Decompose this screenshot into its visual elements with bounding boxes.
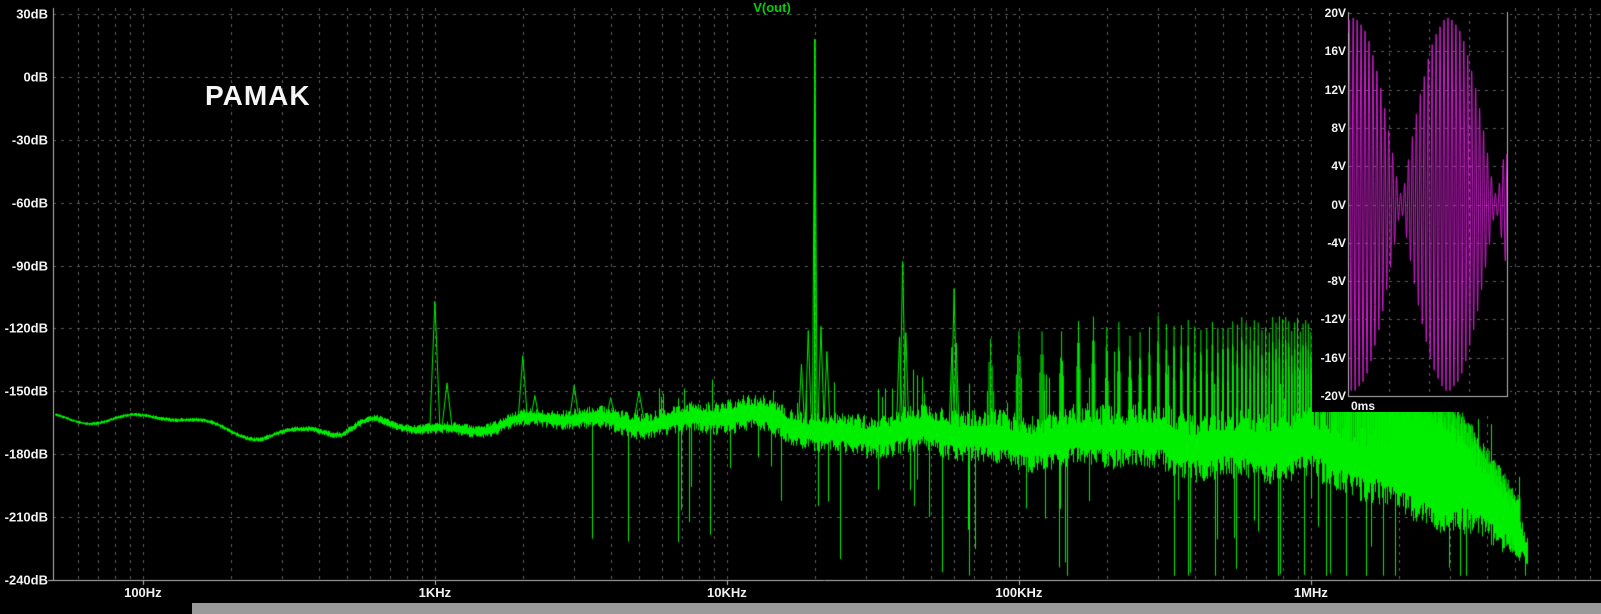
inset-x-axis-label: 0ms [1351, 399, 1376, 413]
fft-y-tick-label: -210dB [4, 509, 48, 525]
fft-y-tick-label: -150dB [4, 383, 48, 399]
fft-x-tick-label: 1MHz [1293, 585, 1328, 600]
trace-label-vout[interactable]: V(out) [753, 0, 791, 15]
inset-y-tick-label: -20V [1320, 389, 1346, 403]
inset-y-tick-label: 4V [1331, 159, 1346, 174]
fft-y-tick-label: -240dB [4, 572, 48, 588]
fft-x-tick-label: 100KHz [995, 585, 1043, 600]
waveform-viewer-window: V(out) PAMAK 0ms 30dB 0dB -30dB -60dB -90dB -… [0, 0, 1601, 614]
inset-y-tick-label: 20V [1324, 6, 1346, 20]
inset-y-tick-label: -4V [1327, 235, 1346, 250]
fft-x-tick-label: 10KHz [707, 585, 747, 600]
fft-y-tick-label: -30dB [11, 132, 48, 148]
inset-y-tick-label: -16V [1320, 350, 1346, 365]
watermark-text: PAMAK [205, 80, 311, 111]
inset-y-tick-label: -12V [1320, 312, 1346, 327]
fft-y-tick-label: -120dB [4, 320, 48, 336]
bottom-gray-bar [192, 603, 1601, 614]
fft-y-tick-label: 0dB [23, 69, 48, 85]
inset-y-tick-label: 12V [1324, 82, 1346, 97]
fft-y-tick-label: -180dB [4, 446, 48, 462]
fft-y-tick-label: 30dB [16, 6, 48, 22]
inset-y-tick-label: 0V [1331, 197, 1346, 212]
fft-x-tick-label: 1KHz [418, 585, 452, 600]
inset-y-tick-label: -8V [1327, 274, 1346, 289]
fft-y-tick-label: -60dB [11, 195, 48, 211]
inset-y-tick-label: 16V [1324, 44, 1346, 59]
fft-x-tick-label: 100Hz [124, 585, 162, 600]
inset-y-tick-label: 8V [1331, 120, 1346, 135]
fft-y-tick-label: -90dB [11, 258, 48, 274]
